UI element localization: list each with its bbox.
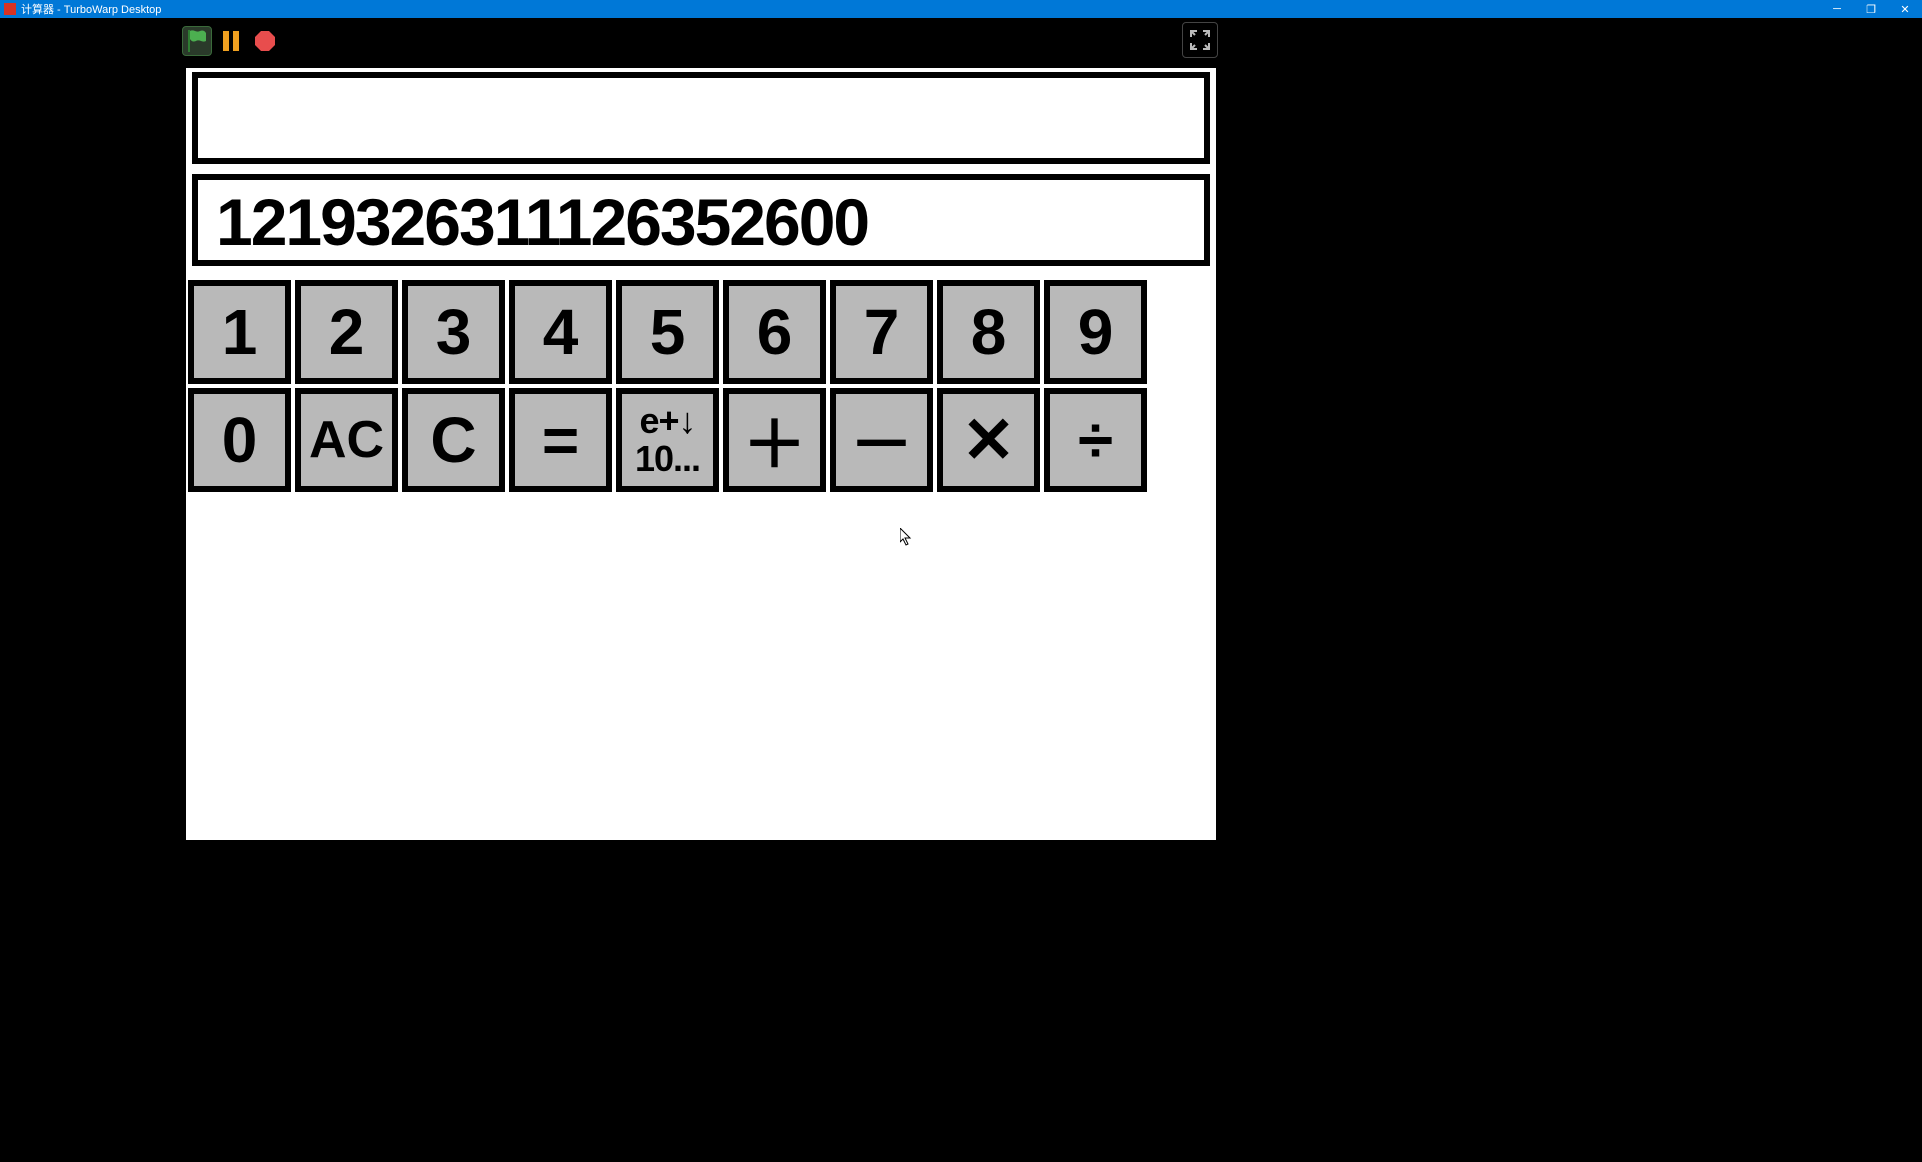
key-scientific[interactable]: e+↓ 10... <box>616 388 719 492</box>
key-row-1: 1 2 3 4 5 6 7 8 9 <box>188 280 1147 384</box>
stop-button[interactable] <box>250 26 280 56</box>
fullscreen-icon <box>1190 30 1210 50</box>
cursor-icon <box>900 528 912 546</box>
key-6[interactable]: 6 <box>723 280 826 384</box>
minimize-button[interactable]: ─ <box>1820 0 1854 18</box>
maximize-button[interactable]: ❐ <box>1854 0 1888 18</box>
app-frame: 1219326311126352600 1 2 3 4 5 6 7 8 9 0 … <box>0 18 1922 1162</box>
key-plus[interactable]: ＋ <box>723 388 826 492</box>
key-minus[interactable]: － <box>830 388 933 492</box>
close-button[interactable]: ✕ <box>1888 0 1922 18</box>
key-1[interactable]: 1 <box>188 280 291 384</box>
stage-toolbar <box>182 18 1220 64</box>
display-lower: 1219326311126352600 <box>192 174 1210 266</box>
pause-icon <box>221 30 241 52</box>
key-0[interactable]: 0 <box>188 388 291 492</box>
titlebar: 计算器 - TurboWarp Desktop ─ ❐ ✕ <box>0 0 1922 18</box>
key-multiply[interactable]: ✕ <box>937 388 1040 492</box>
key-8[interactable]: 8 <box>937 280 1040 384</box>
green-flag-button[interactable] <box>182 26 212 56</box>
display-lower-value: 1219326311126352600 <box>216 184 868 260</box>
fullscreen-button[interactable] <box>1182 22 1218 58</box>
window-controls: ─ ❐ ✕ <box>1820 0 1922 18</box>
key-7[interactable]: 7 <box>830 280 933 384</box>
stage: 1219326311126352600 1 2 3 4 5 6 7 8 9 0 … <box>182 64 1220 844</box>
key-4[interactable]: 4 <box>509 280 612 384</box>
window-title: 计算器 - TurboWarp Desktop <box>21 1 161 17</box>
stop-icon <box>254 30 276 52</box>
key-3[interactable]: 3 <box>402 280 505 384</box>
key-clear[interactable]: C <box>402 388 505 492</box>
key-all-clear[interactable]: AC <box>295 388 398 492</box>
key-2[interactable]: 2 <box>295 280 398 384</box>
pause-button[interactable] <box>216 26 246 56</box>
display-upper <box>192 72 1210 164</box>
app-icon <box>4 3 16 15</box>
key-5[interactable]: 5 <box>616 280 719 384</box>
key-scientific-bot: 10... <box>635 440 700 478</box>
green-flag-icon <box>187 30 207 52</box>
key-equals[interactable]: = <box>509 388 612 492</box>
key-row-2: 0 AC C = e+↓ 10... ＋ － ✕ ÷ <box>188 388 1147 492</box>
key-divide[interactable]: ÷ <box>1044 388 1147 492</box>
key-9[interactable]: 9 <box>1044 280 1147 384</box>
key-scientific-top: e+↓ <box>639 402 695 440</box>
